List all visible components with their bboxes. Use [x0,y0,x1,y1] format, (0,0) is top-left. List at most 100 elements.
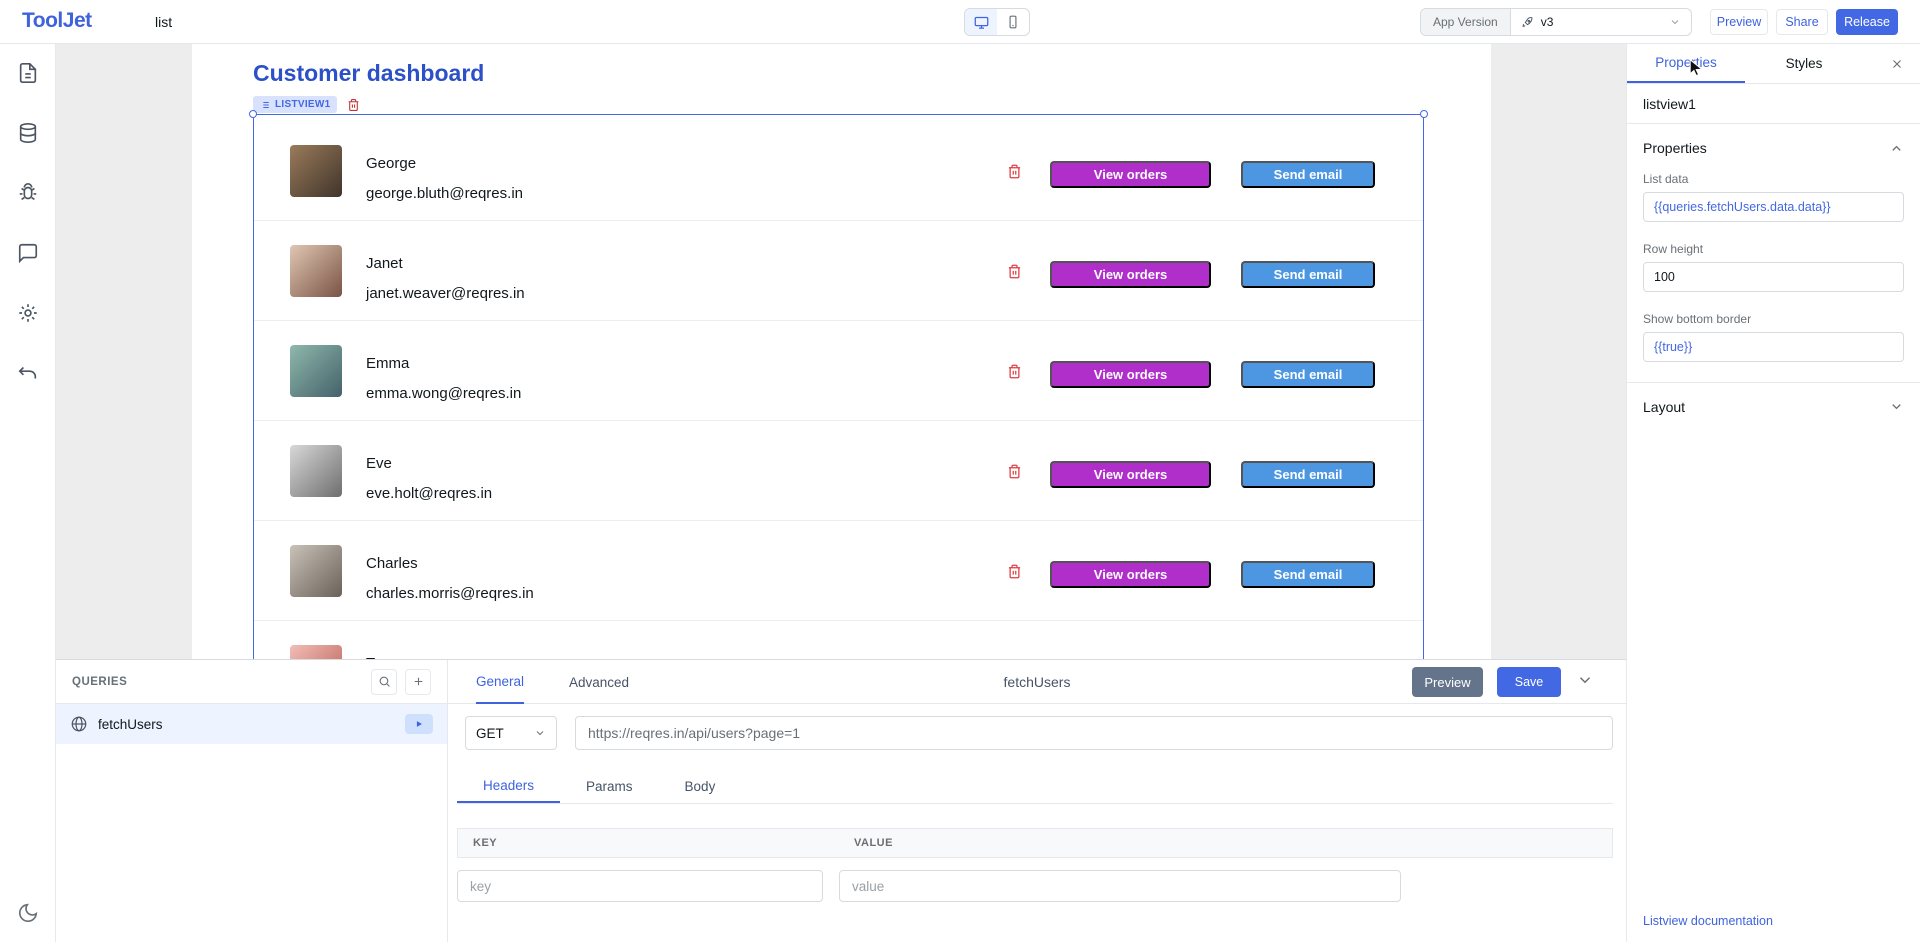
close-icon[interactable] [1874,44,1920,83]
tab-styles[interactable]: Styles [1745,44,1863,83]
view-orders-button[interactable]: View orders [1050,161,1211,188]
mobile-layout-button[interactable] [997,9,1029,35]
left-sidebar [0,44,56,942]
send-email-button[interactable]: Send email [1241,161,1375,188]
customer-email: janet.weaver@reqres.in [366,285,525,302]
customer-name: Charles [366,555,418,572]
collapse-panel-chevron-icon[interactable] [1576,671,1594,689]
value-column-header: VALUE [840,837,893,849]
add-query-button[interactable] [405,669,431,695]
list-item: George george.bluth@reqres.in View order… [254,121,1423,221]
delete-row-icon[interactable] [1007,263,1022,280]
query-panel: QUERIES fetchUsers [56,659,1626,942]
inspector-panel: Properties Styles listview1 Properties L… [1626,44,1920,942]
view-orders-button[interactable]: View orders [1050,561,1211,588]
send-email-button[interactable]: Send email [1241,561,1375,588]
query-save-button[interactable]: Save [1497,667,1561,697]
app-canvas[interactable]: Customer dashboard LISTVIEW1 [192,44,1491,659]
chevron-down-icon [1889,399,1904,414]
app-version-label: App Version [1421,9,1511,35]
listview-widget[interactable]: George george.bluth@reqres.in View order… [253,114,1424,659]
send-email-button[interactable]: Send email [1241,261,1375,288]
delete-row-icon[interactable] [1007,163,1022,180]
desktop-icon [974,15,989,30]
tab-general[interactable]: General [476,660,524,704]
layout-section-header[interactable]: Layout [1627,382,1920,430]
preview-button[interactable]: Preview [1710,9,1768,35]
url-input[interactable] [575,716,1613,750]
tooljet-app-builder: ToolJet list App Version v3 [0,0,1920,942]
version-value: v3 [1541,15,1554,29]
plus-icon [412,675,425,688]
debugger-icon[interactable] [17,182,39,204]
app-version-group: App Version v3 [1420,8,1692,36]
tooljet-logo[interactable]: ToolJet [22,9,92,33]
delete-row-icon[interactable] [1007,563,1022,580]
avatar [290,145,342,197]
top-header: ToolJet list App Version v3 [0,0,1920,44]
view-orders-button[interactable]: View orders [1050,261,1211,288]
widget-selection-toolbar: LISTVIEW1 [253,96,360,113]
search-icon [378,675,391,688]
avatar [290,445,342,497]
delete-widget-icon[interactable] [347,98,360,112]
app-name: list [155,14,172,30]
resize-handle[interactable] [249,110,257,118]
tab-advanced[interactable]: Advanced [569,660,629,704]
view-orders-button[interactable]: View orders [1050,461,1211,488]
list-data-input[interactable] [1643,192,1904,222]
query-preview-button[interactable]: Preview [1412,667,1483,697]
customer-email: george.bluth@reqres.in [366,185,523,202]
delete-row-icon[interactable] [1007,363,1022,380]
row-height-input[interactable] [1643,262,1904,292]
release-button[interactable]: Release [1836,9,1898,35]
desktop-layout-button[interactable] [965,9,997,35]
avatar [290,245,342,297]
customer-name: George [366,155,416,172]
view-orders-button[interactable]: View orders [1050,361,1211,388]
query-list-item-fetchusers[interactable]: fetchUsers [56,704,447,744]
list-item: Eve eve.holt@reqres.in View orders Send … [254,421,1423,521]
run-query-button[interactable] [405,714,433,734]
header-key-input[interactable] [457,870,823,902]
inspector-tabs: Properties Styles [1627,44,1920,84]
database-icon[interactable] [17,122,39,144]
settings-icon[interactable] [17,302,39,324]
play-icon [414,719,424,729]
method-select[interactable]: GET [465,716,557,750]
bottom-border-input[interactable] [1643,332,1904,362]
pages-icon[interactable] [17,62,39,84]
dark-mode-toggle-moon-icon[interactable] [17,902,39,924]
delete-row-icon[interactable] [1007,463,1022,480]
tab-properties[interactable]: Properties [1627,44,1745,83]
header-value-input[interactable] [839,870,1401,902]
undo-icon[interactable] [17,362,39,384]
customer-email: charles.morris@reqres.in [366,585,534,602]
headers-input-row [457,870,1613,902]
send-email-button[interactable]: Send email [1241,461,1375,488]
list-item: Charles charles.morris@reqres.in View or… [254,521,1423,621]
rocket-icon [1521,16,1534,29]
properties-section-header[interactable]: Properties [1627,124,1920,172]
listview-documentation-link[interactable]: Listview documentation [1643,914,1773,928]
row-height-label: Row height [1643,242,1904,256]
tab-params[interactable]: Params [560,770,659,803]
rest-api-icon [70,715,88,733]
queries-title: QUERIES [72,676,127,688]
tab-headers[interactable]: Headers [457,770,560,803]
tab-body[interactable]: Body [659,770,742,803]
query-name: fetchUsers [98,717,163,732]
share-button[interactable]: Share [1776,9,1828,35]
page-title-widget[interactable]: Customer dashboard [253,60,484,87]
list-item: Tracey View orders Send email [254,621,1423,659]
avatar [290,645,342,659]
resize-handle[interactable] [1420,110,1428,118]
send-email-button[interactable]: Send email [1241,361,1375,388]
version-select[interactable]: v3 [1511,9,1691,35]
list-item: Janet janet.weaver@reqres.in View orders… [254,221,1423,321]
customer-email: emma.wong@reqres.in [366,385,521,402]
customer-name: Janet [366,255,403,272]
search-query-button[interactable] [371,669,397,695]
comments-icon[interactable] [17,242,39,264]
customer-name: Emma [366,355,409,372]
